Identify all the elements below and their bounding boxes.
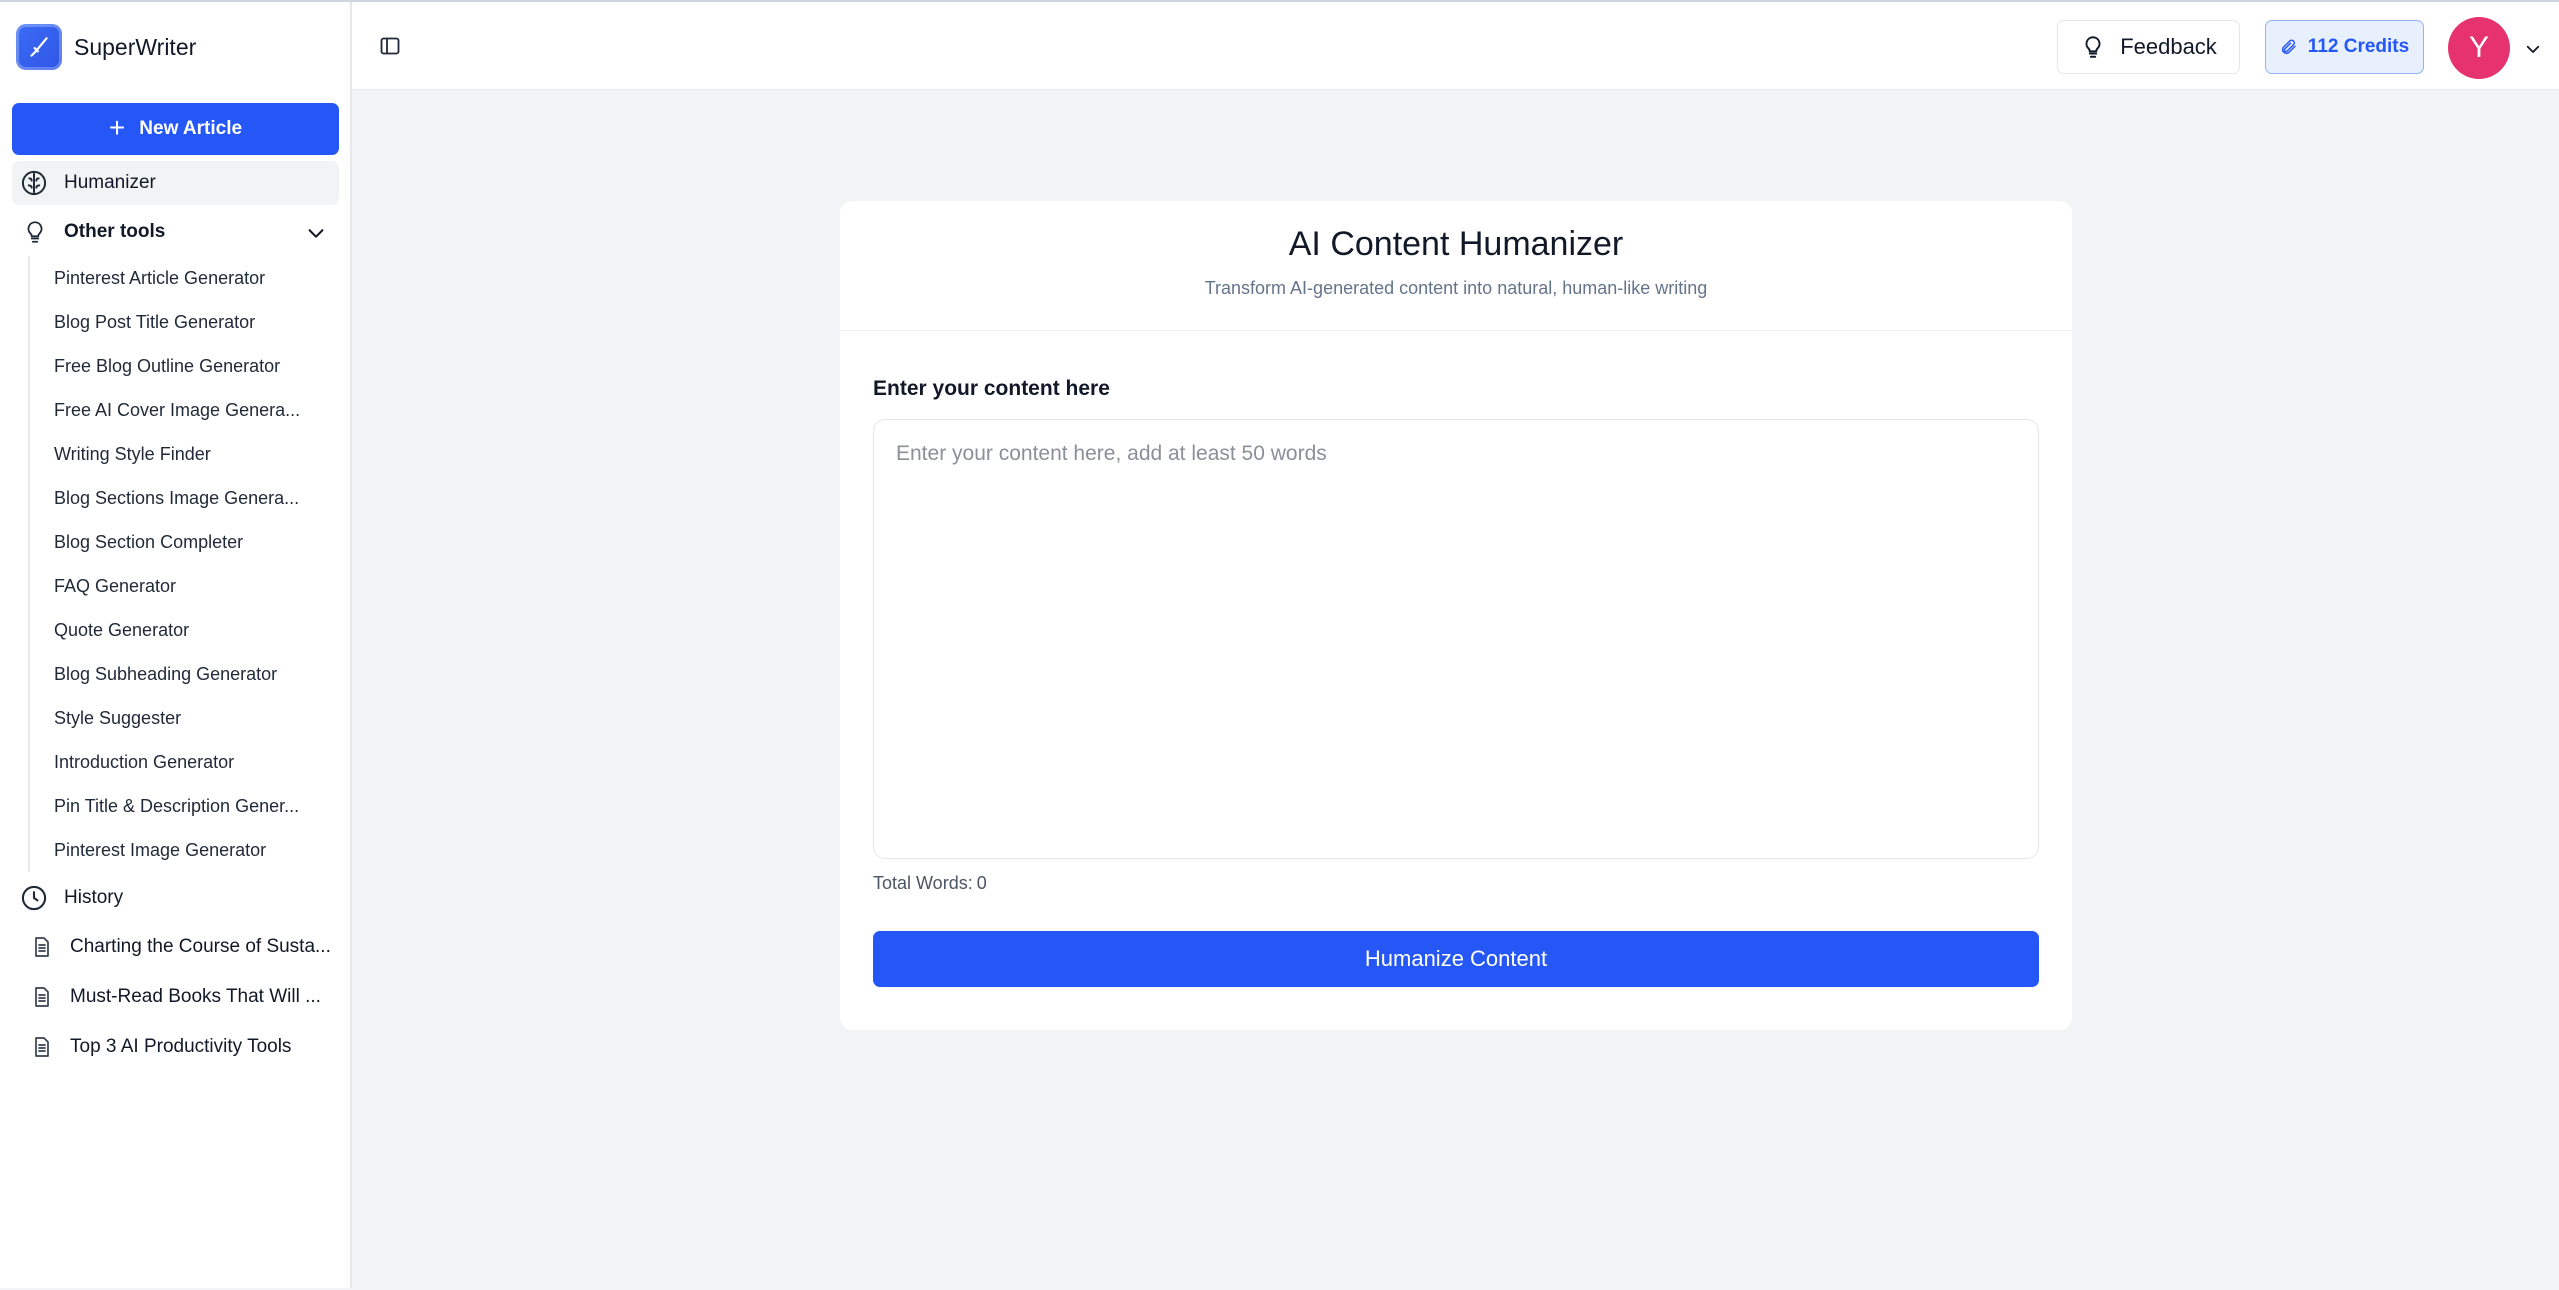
humanizer-card: AI Content Humanizer Transform AI-genera… bbox=[840, 201, 2072, 1030]
history-item[interactable]: Top 3 AI Productivity Tools bbox=[30, 1022, 340, 1072]
word-count-label: Total Words: bbox=[873, 873, 973, 893]
paperclip-icon bbox=[2280, 38, 2298, 56]
sidebar-item-tool[interactable]: Pinterest Image Generator bbox=[30, 828, 340, 872]
sidebar-item-label: Humanizer bbox=[64, 172, 156, 193]
content-textarea[interactable] bbox=[873, 419, 2039, 859]
other-tools-list: Pinterest Article Generator Blog Post Ti… bbox=[28, 256, 340, 872]
sidebar-item-tool[interactable]: Style Suggester bbox=[30, 696, 340, 740]
page-subtitle: Transform AI-generated content into natu… bbox=[1204, 278, 1708, 298]
sidebar-item-tool[interactable]: Free Blog Outline Generator bbox=[30, 344, 340, 388]
history-item-label: Must-Read Books That Will ... bbox=[70, 986, 321, 1007]
sidebar-item-other-tools[interactable]: Other tools bbox=[12, 210, 339, 254]
new-article-button[interactable]: + New Article bbox=[12, 103, 339, 155]
lightbulb-icon bbox=[22, 219, 48, 245]
card-header: AI Content Humanizer Transform AI-genera… bbox=[840, 201, 2072, 331]
feedback-label: Feedback bbox=[2120, 34, 2217, 59]
chevron-down-icon[interactable] bbox=[305, 222, 327, 244]
word-count-value: 0 bbox=[976, 873, 987, 893]
sidebar-item-history[interactable]: History bbox=[12, 876, 339, 920]
credits-button[interactable]: 112 Credits bbox=[2265, 20, 2424, 74]
sidebar-toggle-icon[interactable] bbox=[378, 34, 402, 58]
history-item[interactable]: Must-Read Books That Will ... bbox=[30, 972, 340, 1022]
lightbulb-icon bbox=[2080, 34, 2106, 60]
app-name: SuperWriter bbox=[74, 33, 197, 60]
feedback-button[interactable]: Feedback bbox=[2057, 20, 2240, 74]
brain-icon bbox=[20, 169, 48, 197]
page-title: AI Content Humanizer bbox=[1288, 225, 1624, 263]
sidebar-item-tool[interactable]: Introduction Generator bbox=[30, 740, 340, 784]
sidebar: SuperWriter + New Article Humanizer Othe… bbox=[0, 2, 352, 1288]
app-root: SuperWriter + New Article Humanizer Othe… bbox=[0, 0, 2559, 1290]
sidebar-item-tool[interactable]: Writing Style Finder bbox=[30, 432, 340, 476]
sidebar-item-humanizer[interactable]: Humanizer bbox=[12, 161, 339, 205]
sidebar-item-tool[interactable]: Blog Subheading Generator bbox=[30, 652, 340, 696]
sidebar-item-tool[interactable]: Blog Section Completer bbox=[30, 520, 340, 564]
pen-logo-icon bbox=[16, 24, 62, 70]
sidebar-item-tool[interactable]: Pinterest Article Generator bbox=[30, 256, 340, 300]
avatar[interactable]: Y bbox=[2448, 17, 2510, 79]
new-article-label: New Article bbox=[139, 118, 243, 139]
document-icon bbox=[30, 935, 54, 959]
sidebar-item-tool[interactable]: Free AI Cover Image Genera... bbox=[30, 388, 340, 432]
clock-icon bbox=[20, 884, 48, 912]
sidebar-item-label: Other tools bbox=[64, 221, 166, 242]
sidebar-item-tool[interactable]: Blog Post Title Generator bbox=[30, 300, 340, 344]
sidebar-item-tool[interactable]: FAQ Generator bbox=[30, 564, 340, 608]
sidebar-item-tool[interactable]: Blog Sections Image Genera... bbox=[30, 476, 340, 520]
history-list: Charting the Course of Susta... Must-Rea… bbox=[30, 922, 340, 1072]
history-item-label: Charting the Course of Susta... bbox=[70, 936, 331, 957]
sidebar-item-tool[interactable]: Pin Title & Description Gener... bbox=[30, 784, 340, 828]
credits-label: 112 Credits bbox=[2307, 36, 2410, 57]
word-count: Total Words: 0 bbox=[873, 873, 987, 894]
document-icon bbox=[30, 985, 54, 1009]
chevron-down-icon[interactable] bbox=[2524, 40, 2542, 58]
humanize-content-button[interactable]: Humanize Content bbox=[873, 931, 2039, 987]
sidebar-item-label: History bbox=[64, 887, 124, 908]
document-icon bbox=[30, 1035, 54, 1059]
sidebar-item-tool[interactable]: Quote Generator bbox=[30, 608, 340, 652]
history-item[interactable]: Charting the Course of Susta... bbox=[30, 922, 340, 972]
content-field-label: Enter your content here bbox=[873, 377, 1110, 400]
plus-icon: + bbox=[108, 111, 126, 143]
brand[interactable]: SuperWriter bbox=[16, 24, 196, 70]
top-header: Feedback 112 Credits Y bbox=[352, 2, 2559, 90]
history-item-label: Top 3 AI Productivity Tools bbox=[70, 1036, 292, 1057]
